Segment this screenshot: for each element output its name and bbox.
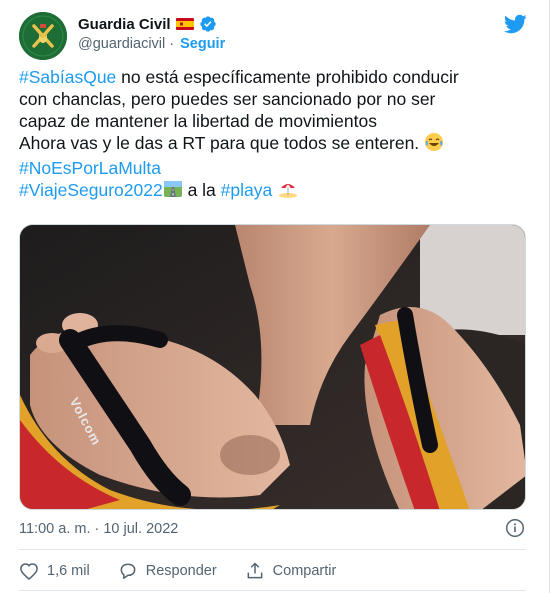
tears-of-joy-emoji-icon [424,132,444,157]
tweet-photo[interactable]: Volcom [19,224,526,510]
tweet-text: #SabíasQue no está específicamente prohi… [19,66,534,204]
heart-icon [20,563,38,580]
beach-umbrella-emoji-icon [278,179,298,204]
guardia-civil-emblem-icon [19,12,67,60]
tweet-text-segment: Ahora vas y le das a RT para que todos s… [19,133,425,153]
share-label: Compartir [272,563,337,579]
handle-row: @guardiacivil · Seguir [78,36,225,52]
tweet-actions: 1,6 mil Responder Compartir [19,560,364,582]
share-button[interactable]: Compartir [245,561,337,581]
account-handle[interactable]: @guardiacivil [78,36,165,52]
follow-button[interactable]: Seguir [180,36,225,52]
spain-flag-icon [175,18,194,30]
tweet-line-5: #NoEsPorLaMulta [19,157,534,179]
reply-button[interactable]: Responder [118,561,217,581]
feet-in-flip-flops-photo [20,225,525,509]
twitter-bird-icon[interactable] [503,12,527,36]
likes-count: 1,6 mil [47,563,90,579]
tweet-line-1: #SabíasQue no está específicamente prohi… [19,66,534,88]
tweet-line-3: capaz de mantener la libertad de movimie… [19,111,377,131]
like-button[interactable]: 1,6 mil [19,561,90,581]
tweet-text-segment: no está específicamente prohibido conduc… [116,67,459,87]
tweet-line-2: con chanclas, pero puedes ser sancionado… [19,89,436,109]
hashtag-noesporlamulta[interactable]: #NoEsPorLaMulta [19,158,161,178]
hashtag-viajeseguro2022[interactable]: #ViajeSeguro2022 [19,180,163,200]
tweet-card: Guardia Civil @guardiacivil · Seguir #Sa… [0,0,550,593]
tweet-line-6: #ViajeSeguro2022 a la #playa [19,179,534,204]
hashtag-sabiasque[interactable]: #SabíasQue [19,67,116,87]
reply-bubble-icon [120,563,136,579]
tweet-timestamp[interactable]: 11:00 a. m. · 10 jul. 2022 [19,521,178,537]
verified-badge-icon [199,15,217,33]
account-name-row: Guardia Civil [78,14,217,34]
info-icon[interactable] [505,518,525,538]
divider [19,549,526,550]
share-icon [247,562,263,579]
avatar[interactable] [19,12,67,60]
reply-label: Responder [145,563,217,579]
display-name[interactable]: Guardia Civil [78,16,171,33]
tweet-text-segment: a la [182,180,221,200]
motorway-emoji-icon [163,179,183,204]
tweet-line-4: Ahora vas y le das a RT para que todos s… [19,132,534,157]
separator-dot: · [169,36,175,52]
hashtag-playa[interactable]: #playa [221,180,273,200]
